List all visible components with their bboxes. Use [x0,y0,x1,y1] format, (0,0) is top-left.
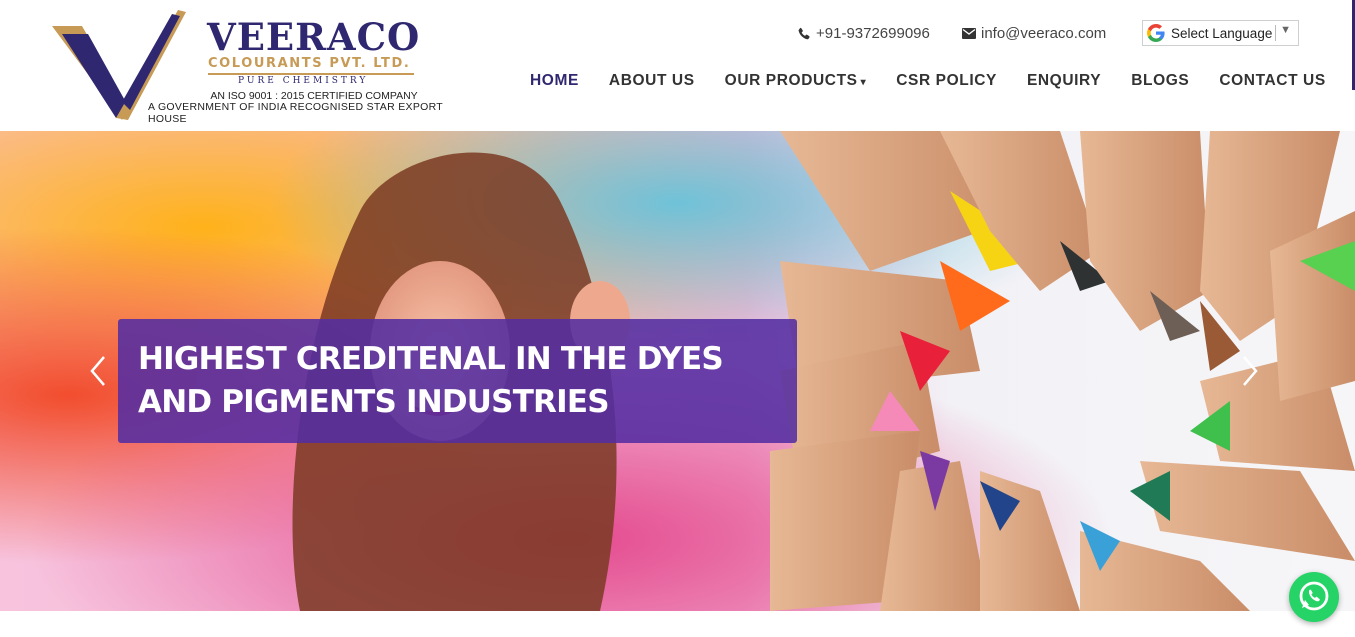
phone-icon [798,27,810,39]
nav-csr[interactable]: CSR POLICY [896,72,997,90]
phone-contact[interactable]: +91-9372699096 [797,25,930,42]
brand-name: VEERACO [207,15,421,59]
caret-down-icon: ▾ [860,77,867,88]
brand-tagline: PURE CHEMISTRY [238,76,369,86]
nav-products[interactable]: OUR PRODUCTS ▾ [725,72,867,90]
whatsapp-icon [1299,581,1329,611]
email-contact[interactable]: info@veeraco.com [962,25,1106,42]
hero-caption: HIGHEST CREDITENAL IN THE DYES AND PIGME… [118,319,797,443]
brand-divider [208,73,414,75]
chevron-right-icon[interactable] [1236,353,1266,389]
language-divider [1275,25,1276,41]
nav-home[interactable]: HOME [530,72,579,90]
phone-number: +91-9372699096 [816,25,930,42]
email-address: info@veeraco.com [981,25,1107,42]
nav-about[interactable]: ABOUT US [609,72,695,90]
whatsapp-button[interactable] [1289,572,1339,622]
language-label: Select Language [1171,25,1273,41]
site-header: VEERACO COLOURANTS PVT. LTD. PURE CHEMIS… [0,0,1355,131]
nav-blogs[interactable]: BLOGS [1131,72,1189,90]
main-nav: HOME ABOUT US OUR PRODUCTS ▾ CSR POLICY E… [530,72,1326,90]
export-house-text: A GOVERNMENT OF INDIA RECOGNISED STAR EX… [148,101,443,125]
language-selector[interactable]: Select Language ▼ [1142,20,1299,46]
nav-products-label: OUR PRODUCTS [724,72,858,89]
envelope-icon [962,28,976,39]
hero-slider: HIGHEST CREDITENAL IN THE DYES AND PIGME… [0,131,1355,611]
nav-contact[interactable]: CONTACT US [1219,72,1325,90]
google-icon [1147,24,1165,42]
nav-enquiry[interactable]: ENQUIRY [1027,72,1101,90]
dropdown-arrow-icon: ▼ [1280,24,1291,36]
logo[interactable]: VEERACO COLOURANTS PVT. LTD. PURE CHEMIS… [52,6,472,125]
brand-subtitle: COLOURANTS PVT. LTD. [208,56,411,71]
hero-caption-text: HIGHEST CREDITENAL IN THE DYES AND PIGME… [138,341,724,420]
chevron-left-icon[interactable] [86,353,116,389]
